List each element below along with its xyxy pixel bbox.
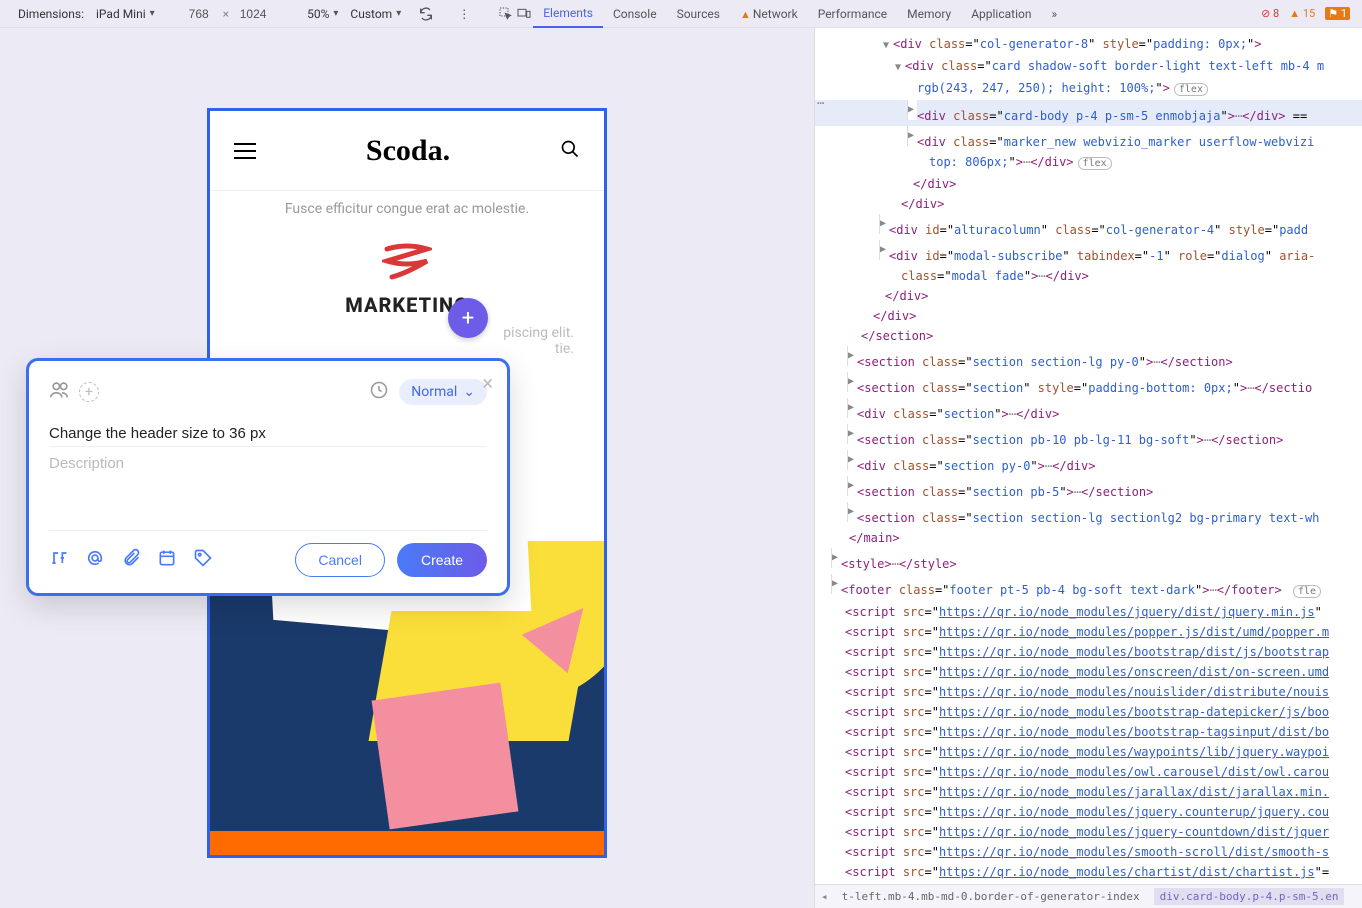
content-text-1: Fusce efficitur congue erat ac molestie.	[240, 201, 574, 217]
dom-line[interactable]: </div>	[815, 286, 1362, 306]
site-logo: Scoda.	[366, 134, 450, 168]
more-icon[interactable]: ⋮	[455, 5, 473, 23]
site-header: Scoda.	[210, 111, 604, 191]
zoom-selector[interactable]: 50%	[301, 7, 344, 21]
site-content: Fusce efficitur congue erat ac molestie.…	[210, 201, 604, 357]
dom-line[interactable]: <script src="https://qr.io/node_modules/…	[815, 842, 1362, 862]
dom-line[interactable]: <script src="https://qr.io/node_modules/…	[815, 742, 1362, 762]
dom-line[interactable]: <script src="https://qr.io/node_modules/…	[815, 702, 1362, 722]
tab-network[interactable]: ▲Network	[730, 1, 808, 27]
dom-line[interactable]: <section class="section pb-10 pb-lg-11 b…	[815, 424, 1362, 450]
dom-line[interactable]: rgb(243, 247, 250); height: 100%;">flex	[815, 78, 1362, 100]
hamburger-icon[interactable]	[234, 143, 256, 159]
dom-line[interactable]: <script src="https://qr.io/node_modules/…	[815, 782, 1362, 802]
dom-line[interactable]: <script src="https://qr.io/node_modules/…	[815, 762, 1362, 782]
x-separator: ×	[217, 7, 235, 21]
dom-line[interactable]: <script src="https://qr.io/node_modules/…	[815, 622, 1362, 642]
dom-line[interactable]: <script src="https://qr.io/node_modules/…	[815, 602, 1362, 622]
device-preview-pane: Scoda. Fusce efficitur congue erat ac mo…	[0, 28, 814, 908]
dom-line[interactable]: <section class="section section-lg py-0"…	[815, 346, 1362, 372]
gutter-overflow-icon[interactable]: ⋯	[817, 96, 824, 110]
dom-line[interactable]: <style>⋯</style>	[815, 548, 1362, 574]
dom-line[interactable]: <div class="card-body p-4 p-sm-5 enmobja…	[815, 100, 1362, 126]
dom-line[interactable]: class="modal fade">⋯</div>	[815, 266, 1362, 286]
assignees-icon[interactable]	[49, 379, 71, 405]
tab-elements[interactable]: Elements	[533, 0, 603, 28]
dom-line[interactable]: <script src="https://qr.io/node_modules/…	[815, 642, 1362, 662]
dom-line[interactable]: <section class="section section-lg secti…	[815, 502, 1362, 528]
dom-line[interactable]: <footer class="footer pt-5 pb-4 bg-soft …	[815, 574, 1362, 602]
dom-line[interactable]: </div>	[815, 174, 1362, 194]
status-counters: ⊘ 8 ▲ 15 ⚑ 1	[1253, 7, 1350, 20]
dom-line[interactable]: <script src="https://qr.io/node_modules/…	[815, 862, 1362, 882]
task-title-input[interactable]	[49, 421, 487, 447]
tab-console[interactable]: Console	[603, 1, 667, 27]
dom-line[interactable]: <div class="col-generator-8" style="padd…	[815, 34, 1362, 56]
devtools-toolbar: Dimensions: iPad Mini × 50% Custom ⋮ Ele…	[0, 0, 1362, 28]
dom-line[interactable]: </div>	[815, 306, 1362, 326]
device-toggle-icon[interactable]	[515, 5, 533, 23]
throttle-selector[interactable]: Custom	[344, 7, 407, 21]
height-input[interactable]	[235, 7, 271, 21]
task-description-input[interactable]	[49, 447, 487, 522]
attachment-icon[interactable]	[121, 548, 141, 572]
search-icon[interactable]	[560, 139, 580, 163]
dom-line[interactable]: <div id="alturacolumn" class="col-genera…	[815, 214, 1362, 240]
dom-line[interactable]: <div class="section">⋯</div>	[815, 398, 1362, 424]
tab-application[interactable]: Application	[961, 1, 1041, 27]
tag-icon[interactable]	[193, 548, 213, 572]
task-modal: × + Normal	[26, 358, 510, 596]
dom-line[interactable]: <div id="modal-subscribe" tabindex="-1" …	[815, 240, 1362, 266]
inspect-icon[interactable]	[497, 5, 515, 23]
panel-tabs: Elements Console Sources ▲Network Perfor…	[533, 0, 1067, 28]
date-icon[interactable]	[157, 548, 177, 572]
crumb-1[interactable]: t-left.mb-4.mb-md-0.border-of-generator-…	[836, 888, 1146, 905]
dom-line[interactable]: <section class="section" style="padding-…	[815, 372, 1362, 398]
dom-line[interactable]: </main>	[815, 528, 1362, 548]
rotate-icon[interactable]	[417, 5, 435, 23]
dom-tree[interactable]: <div class="col-generator-8" style="padd…	[815, 28, 1362, 884]
add-fab-button[interactable]: +	[448, 298, 488, 338]
priority-selector[interactable]: Normal	[399, 379, 487, 405]
create-button[interactable]: Create	[397, 543, 487, 577]
crumb-2[interactable]: div.card-body.p-4.p-sm-5.en	[1154, 888, 1345, 905]
marketing-heading: MARKETING	[240, 293, 574, 317]
dom-line[interactable]: <script src="https://qr.io/node_modules/…	[815, 722, 1362, 742]
device-selector[interactable]: iPad Mini	[90, 7, 161, 21]
dimensions-label: Dimensions:	[12, 7, 90, 21]
dom-line[interactable]: </section>	[815, 326, 1362, 346]
dom-line[interactable]: top: 806px;">⋯</div>flex	[815, 152, 1362, 174]
dom-line[interactable]: <script src="https://qr.io/node_modules/…	[815, 662, 1362, 682]
dom-line[interactable]: <div class="marker_new webvizio_marker u…	[815, 126, 1362, 152]
text-format-icon[interactable]	[49, 548, 69, 572]
tab-performance[interactable]: Performance	[808, 1, 897, 27]
warning-count[interactable]: ▲ 15	[1289, 7, 1315, 20]
tab-overflow[interactable]: »	[1041, 1, 1067, 27]
error-count[interactable]: ⊘ 8	[1261, 7, 1279, 20]
dom-line[interactable]: <script src="https://qr.io/node_modules/…	[815, 802, 1362, 822]
dom-line[interactable]: <script src="https://qr.io/node_modules/…	[815, 682, 1362, 702]
message-count[interactable]: ⚑ 1	[1325, 7, 1350, 20]
tab-sources[interactable]: Sources	[667, 1, 730, 27]
dom-line[interactable]: <script src="https://qr.io/node_modules/…	[815, 822, 1362, 842]
width-input[interactable]	[181, 7, 217, 21]
orange-footer-bar	[210, 831, 604, 858]
elements-panel: ⋯ <div class="col-generator-8" style="pa…	[814, 28, 1362, 908]
dom-line[interactable]: <div class="section py-0">⋯</div>	[815, 450, 1362, 476]
dom-line[interactable]: <div class="card shadow-soft border-ligh…	[815, 56, 1362, 78]
close-icon[interactable]: ×	[482, 371, 493, 395]
clock-icon[interactable]	[369, 380, 389, 404]
mention-icon[interactable]	[85, 548, 105, 572]
crumb-scroll-left-icon[interactable]: ◂	[821, 890, 828, 903]
squiggle-icon	[382, 241, 432, 281]
tab-memory[interactable]: Memory	[897, 1, 961, 27]
cancel-button[interactable]: Cancel	[295, 543, 385, 577]
content-text-2: piscing elit.tie.	[240, 325, 574, 357]
breadcrumb-bar[interactable]: ◂ t-left.mb-4.mb-md-0.border-of-generato…	[815, 884, 1362, 908]
add-assignee-icon[interactable]: +	[79, 382, 99, 402]
dom-line[interactable]: <section class="section pb-5">⋯</section…	[815, 476, 1362, 502]
dom-line[interactable]: </div>	[815, 194, 1362, 214]
